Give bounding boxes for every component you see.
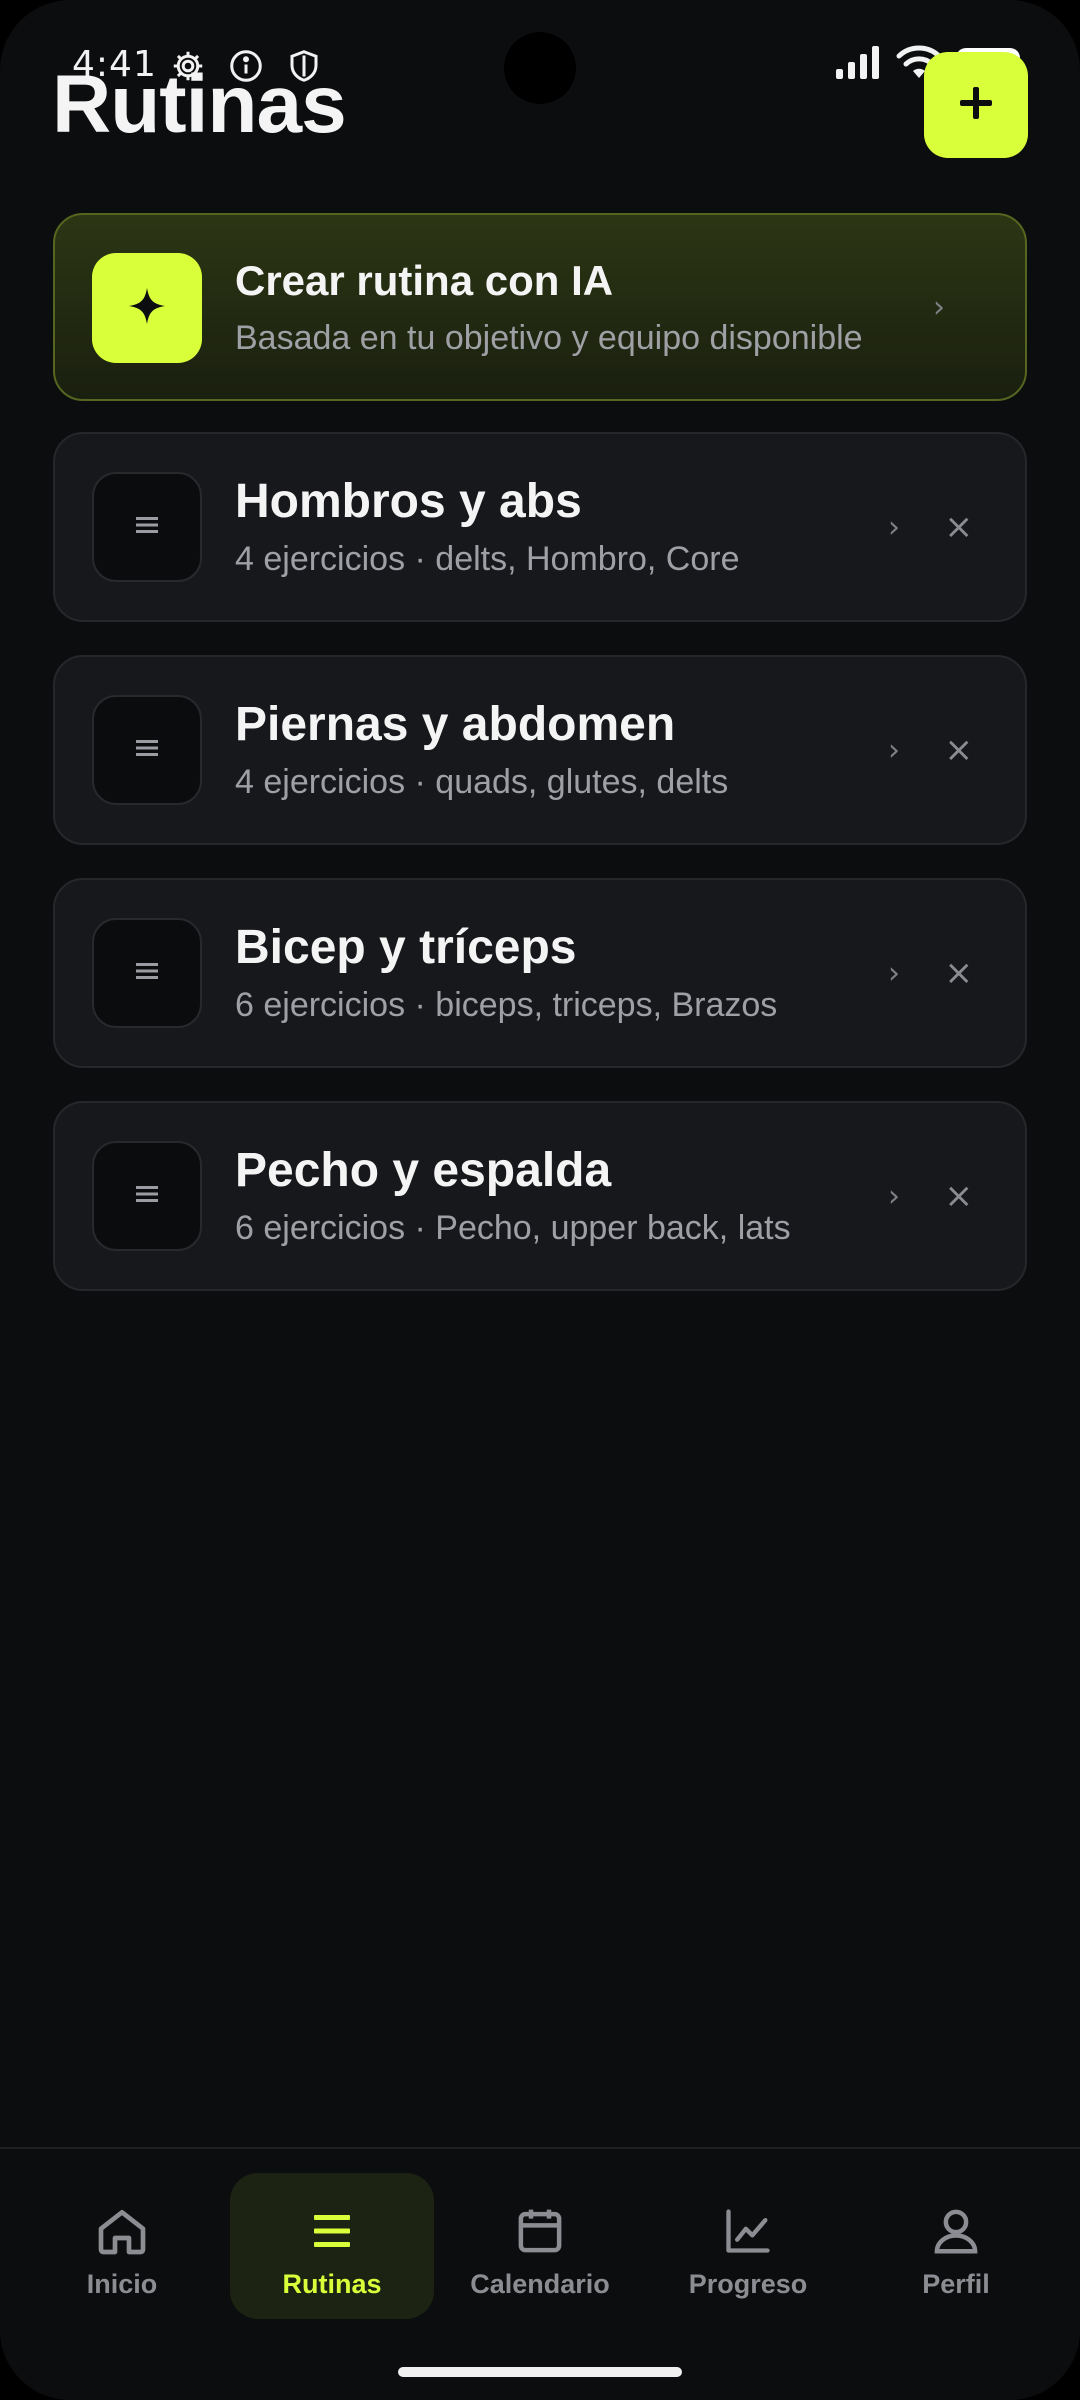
nav-item-calendario[interactable]: Calendario <box>438 2173 642 2319</box>
nav-item-progreso[interactable]: Progreso <box>646 2173 850 2319</box>
chevron-right-icon[interactable]: › <box>888 880 900 1066</box>
nav-label: Calendario <box>470 2269 610 2299</box>
delete-routine-button[interactable]: × <box>945 434 974 620</box>
routine-icon-box <box>92 1141 202 1251</box>
routine-subtitle: 6 ejercicios · biceps, triceps, Brazos <box>235 986 778 1024</box>
routine-card[interactable]: Piernas y abdomen 4 ejercicios · quads, … <box>53 655 1027 845</box>
page-title: Rutinas <box>52 59 347 150</box>
delete-routine-button[interactable]: × <box>945 880 974 1066</box>
ai-card-title: Crear rutina con IA <box>235 257 614 304</box>
nav-label: Inicio <box>86 2269 158 2299</box>
delete-routine-button[interactable]: × <box>945 657 974 843</box>
routine-card[interactable]: Bicep y tríceps 6 ejercicios · biceps, t… <box>53 878 1027 1068</box>
home-icon <box>94 2203 150 2259</box>
chart-icon <box>722 2203 774 2259</box>
routine-title: Hombros y abs <box>235 475 582 528</box>
camera-cutout <box>504 32 576 104</box>
chevron-right-icon[interactable]: › <box>888 434 900 620</box>
user-icon <box>929 2203 983 2259</box>
sparkle-icon <box>127 286 167 330</box>
plus-icon <box>956 83 996 127</box>
routine-icon-box <box>92 918 202 1028</box>
nav-label: Progreso <box>688 2269 808 2299</box>
nav-label: Rutinas <box>282 2269 382 2299</box>
calendar-icon <box>513 2203 567 2259</box>
nav-item-inicio[interactable]: Inicio <box>20 2173 224 2319</box>
chevron-right-icon[interactable]: › <box>888 1103 900 1289</box>
routine-card[interactable]: Pecho y espalda 6 ejercicios · Pecho, up… <box>53 1101 1027 1291</box>
delete-routine-button[interactable]: × <box>945 1103 974 1289</box>
chevron-right-icon: › <box>933 289 945 325</box>
list-icon <box>136 738 158 762</box>
signal-icon <box>836 45 882 83</box>
routine-title: Pecho y espalda <box>235 1144 612 1197</box>
routine-subtitle: 4 ejercicios · quads, glutes, delts <box>235 763 729 801</box>
routine-icon-box <box>92 695 202 805</box>
nav-item-perfil[interactable]: Perfil <box>854 2173 1058 2319</box>
app-screen: 4:41 Rutinas Crear rutina con IA Basada … <box>0 0 1080 2400</box>
list-icon <box>136 515 158 539</box>
routine-subtitle: 6 ejercicios · Pecho, upper back, lats <box>235 1209 791 1247</box>
ai-card-subtitle: Basada en tu objetivo y equipo disponibl… <box>235 319 863 357</box>
routine-subtitle: 4 ejercicios · delts, Hombro, Core <box>235 540 740 578</box>
chevron-right-icon[interactable]: › <box>888 657 900 843</box>
create-ai-routine-card[interactable]: Crear rutina con IA Basada en tu objetiv… <box>53 213 1027 401</box>
ai-card-icon-box <box>92 253 202 363</box>
bottom-nav: Inicio Rutinas Calendario Progreso Perfi… <box>0 2147 1080 2400</box>
nav-label: Perfil <box>922 2269 990 2299</box>
add-routine-button[interactable] <box>924 52 1028 158</box>
list-icon <box>136 961 158 985</box>
routine-icon-box <box>92 472 202 582</box>
routine-title: Piernas y abdomen <box>235 698 676 751</box>
routine-title: Bicep y tríceps <box>235 921 577 974</box>
list-icon <box>312 2203 352 2259</box>
routine-card[interactable]: Hombros y abs 4 ejercicios · delts, Homb… <box>53 432 1027 622</box>
nav-item-rutinas[interactable]: Rutinas <box>230 2173 434 2319</box>
list-icon <box>136 1184 158 1208</box>
home-indicator[interactable] <box>398 2367 682 2377</box>
